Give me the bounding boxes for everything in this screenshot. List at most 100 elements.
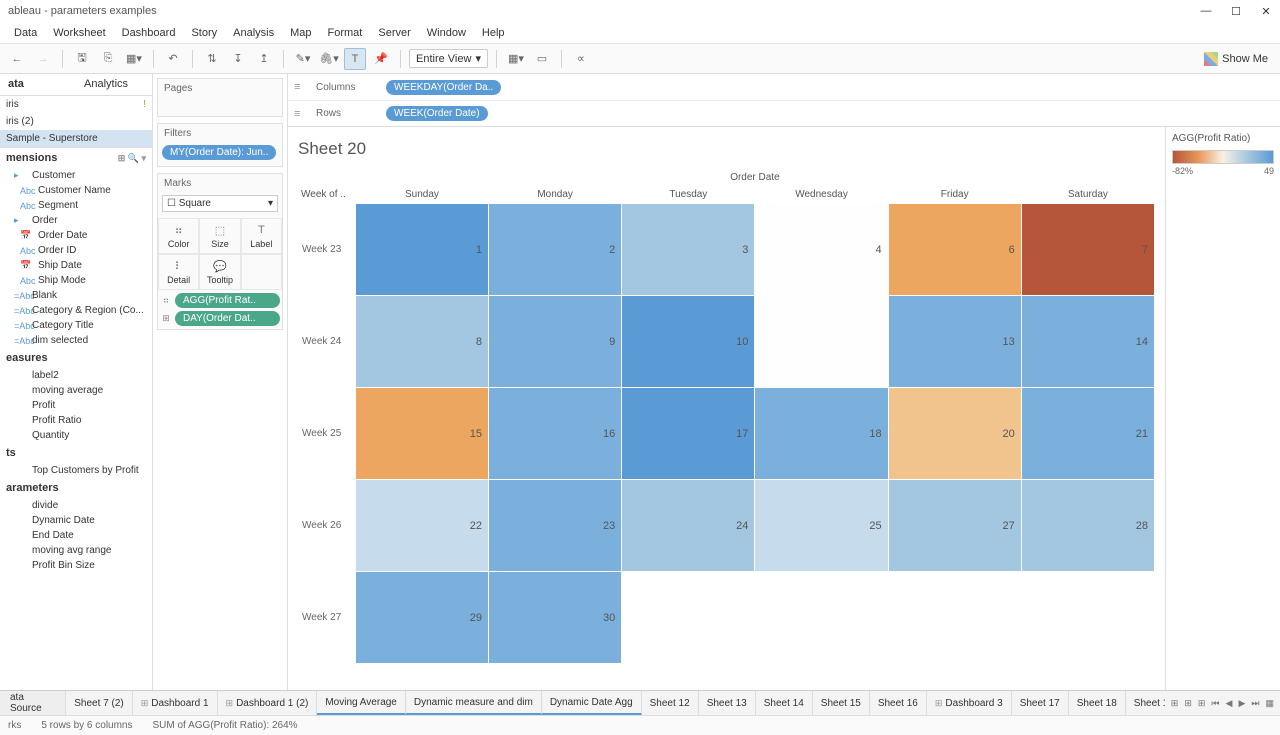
field-item[interactable]: divide [0,498,152,513]
mark-type-dropdown[interactable]: ☐ Square▾ [162,195,278,212]
sheet-tab[interactable]: Sheet 17 [1012,691,1069,715]
heatmap-cell[interactable]: 28 [1021,480,1154,572]
sheet-tab[interactable]: Sheet 12 [642,691,699,715]
tab-next-button[interactable]: ▶ [1236,696,1247,711]
field-item[interactable]: 📅Order Date [0,228,152,243]
labels-button[interactable]: T [344,48,366,70]
field-item[interactable]: Top Customers by Profit [0,463,152,478]
menu-dashboard[interactable]: Dashboard [114,24,184,42]
menu-story[interactable]: Story [183,24,225,42]
menu-help[interactable]: Help [474,24,513,42]
field-item[interactable]: AbcCustomer Name [0,183,152,198]
undo-button[interactable]: ↶ [162,48,184,70]
field-item[interactable]: moving avg range [0,543,152,558]
fit-dropdown[interactable]: Entire View▾ [409,49,488,68]
heatmap-cell[interactable]: 16 [489,388,622,480]
menu-format[interactable]: Format [320,24,371,42]
sheet-tab[interactable]: Dynamic Date Agg [542,691,642,715]
heatmap-cell[interactable]: 2 [489,204,622,296]
heatmap-cell[interactable]: 4 [755,204,888,296]
sheet-tab[interactable]: Sheet 16 [870,691,927,715]
field-item[interactable]: AbcShip Mode [0,273,152,288]
rows-shelf[interactable]: ≡ Rows WEEK(Order Date) [288,100,1280,126]
marks-pill[interactable]: AGG(Profit Rat.. [175,293,280,308]
pin-button[interactable]: 📌 [370,48,392,70]
color-legend[interactable]: AGG(Profit Ratio) -82%49 [1165,127,1280,690]
analytics-tab[interactable]: Analytics [76,74,152,95]
tab-prev-button[interactable]: ◀ [1224,696,1235,711]
heatmap-cell[interactable]: 1 [355,204,488,296]
heatmap-cell[interactable]: 22 [355,480,488,572]
new-worksheet-button[interactable]: ⊞ [1169,696,1181,711]
back-button[interactable]: ← [6,48,28,70]
heatmap-cell[interactable]: 27 [888,480,1021,572]
minimize-button[interactable]: — [1200,5,1212,17]
field-item[interactable]: ▸Order [0,213,152,228]
sheet-tab[interactable]: Sheet 13 [699,691,756,715]
menu-server[interactable]: Server [370,24,418,42]
menu-analysis[interactable]: Analysis [225,24,282,42]
heatmap-cell[interactable]: 7 [1021,204,1154,296]
heatmap-cell[interactable]: 18 [755,388,888,480]
field-item[interactable]: =AbcCategory & Region (Co... [0,303,152,318]
marks-detail-button[interactable]: ⠇Detail [158,254,199,290]
pages-card[interactable]: Pages [157,78,283,117]
heatmap-cell[interactable]: 23 [489,480,622,572]
tab-last-button[interactable]: ⏭ [1249,696,1261,711]
marks-tooltip-button[interactable]: 💬Tooltip [199,254,240,290]
tab-first-button[interactable]: ⏮ [1209,696,1221,711]
sheet-tab[interactable]: Sheet 14 [756,691,813,715]
field-item[interactable]: ▸Customer [0,168,152,183]
datasource-item[interactable]: iris! [0,96,152,113]
data-tab[interactable]: ata [0,74,76,95]
group-button[interactable]: 🖇▾ [318,48,340,70]
sort-desc-button[interactable]: ↥ [253,48,275,70]
new-dashboard-button[interactable]: ⊞ [1182,696,1194,711]
sheet-tab[interactable]: Moving Average [317,691,406,715]
rows-pill[interactable]: WEEK(Order Date) [386,106,488,121]
sheet-tab[interactable]: ⊞Dashboard 3 [927,691,1012,715]
field-item[interactable]: AbcOrder ID [0,243,152,258]
sheet-tab[interactable]: Sheet 18 [1069,691,1126,715]
filter-pill[interactable]: MY(Order Date): Jun.. [162,145,276,160]
swap-button[interactable]: ⇅ [201,48,223,70]
show-cards-button[interactable]: ▦▾ [505,48,527,70]
field-item[interactable]: label2 [0,368,152,383]
marks-color-button[interactable]: ⠶Color [158,218,199,254]
sheet-tab[interactable]: Sheet 15 [813,691,870,715]
heatmap-cell[interactable]: 15 [355,388,488,480]
heatmap-cell[interactable]: 6 [888,204,1021,296]
share-button[interactable]: ∝ [570,48,592,70]
field-item[interactable]: =AbcBlank [0,288,152,303]
new-datasource-button[interactable]: ⎘ [97,48,119,70]
sheet-tab[interactable]: Sheet 19 [1126,691,1165,715]
field-item[interactable]: Dynamic Date [0,513,152,528]
heatmap-cell[interactable]: 9 [489,296,622,388]
marks-size-button[interactable]: ⬚Size [199,218,240,254]
field-item[interactable]: moving average [0,383,152,398]
heatmap-cell[interactable]: 8 [355,296,488,388]
field-item[interactable]: Profit [0,398,152,413]
data-source-tab[interactable]: ata Source [0,691,66,715]
field-item[interactable]: 📅Ship Date [0,258,152,273]
maximize-button[interactable]: ☐ [1230,5,1242,17]
datasource-item[interactable]: Sample - Superstore [0,130,152,147]
heatmap-cell[interactable]: 29 [355,572,488,664]
field-item[interactable]: End Date [0,528,152,543]
sheet-tab[interactable]: ⊞Dashboard 1 [133,691,218,715]
sheet-tab[interactable]: Dynamic measure and dim [406,691,542,715]
tab-list-button[interactable]: ▦ [1263,696,1276,711]
filters-card[interactable]: Filters MY(Order Date): Jun.. [157,123,283,167]
field-item[interactable]: AbcSegment [0,198,152,213]
heatmap-cell[interactable]: 10 [622,296,755,388]
field-item[interactable]: =AbcCategory Title [0,318,152,333]
heatmap-cell[interactable]: 14 [1021,296,1154,388]
columns-pill[interactable]: WEEKDAY(Order Da.. [386,80,501,95]
sort-asc-button[interactable]: ↧ [227,48,249,70]
heatmap-cell[interactable]: 24 [622,480,755,572]
datasource-item[interactable]: iris (2) [0,113,152,130]
sheet-tab[interactable]: ⊞Dashboard 1 (2) [218,691,318,715]
heatmap-cell[interactable]: 20 [888,388,1021,480]
marks-pill[interactable]: DAY(Order Dat.. [175,311,280,326]
close-button[interactable]: ✕ [1260,5,1272,17]
